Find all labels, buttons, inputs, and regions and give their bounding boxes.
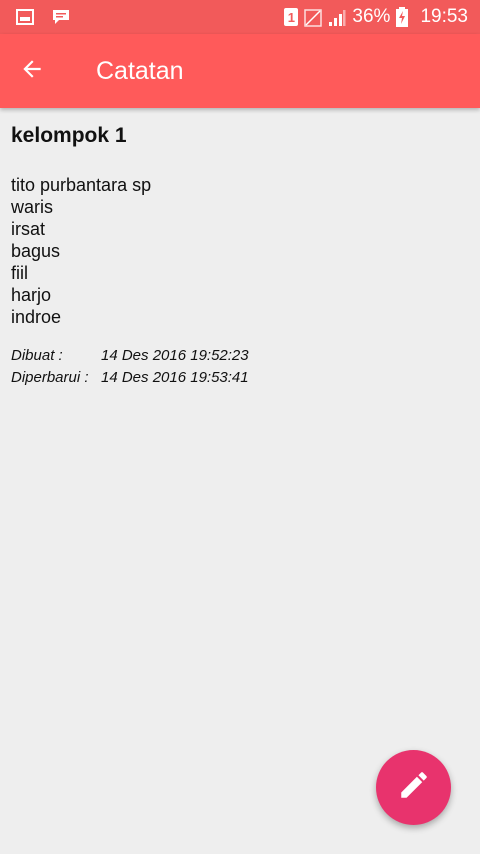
arrow-back-icon <box>19 56 45 87</box>
app-bar: Catatan <box>0 34 480 108</box>
battery-percent: 36% <box>352 6 391 27</box>
note-meta: Dibuat : 14 Des 2016 19:52:23 Diperbarui… <box>11 344 471 388</box>
note-body: tito purbantara sp waris irsat bagus fii… <box>11 174 471 328</box>
clock: 19:53 <box>420 6 468 27</box>
signal-icon <box>328 9 346 26</box>
pencil-icon <box>397 768 431 807</box>
page-title: Catatan <box>96 56 184 85</box>
message-icon <box>52 9 70 25</box>
note-line: waris <box>11 197 54 217</box>
sim-icon: 1 <box>284 8 299 26</box>
battery-charging-icon <box>396 7 409 27</box>
status-bar: 1 36% 19:53 <box>0 0 480 34</box>
note-content: kelompok 1 tito purbantara sp waris irsa… <box>11 124 471 388</box>
note-title: kelompok 1 <box>11 124 127 147</box>
back-button[interactable] <box>2 34 62 108</box>
created-label: Dibuat : <box>11 346 63 364</box>
note-line: harjo <box>11 285 52 305</box>
created-row: Dibuat : 14 Des 2016 19:52:23 <box>11 344 471 366</box>
created-value: 14 Des 2016 19:52:23 <box>101 346 249 364</box>
note-line: fiil <box>11 263 28 283</box>
updated-label: Diperbarui : <box>11 368 89 386</box>
note-line: bagus <box>11 241 61 261</box>
no-signal-icon <box>304 9 323 27</box>
note-line: indroe <box>11 307 62 327</box>
gallery-icon <box>16 9 34 25</box>
updated-row: Diperbarui : 14 Des 2016 19:53:41 <box>11 366 471 388</box>
updated-value: 14 Des 2016 19:53:41 <box>101 368 249 386</box>
edit-note-button[interactable] <box>376 750 451 825</box>
note-line: irsat <box>11 219 46 239</box>
note-line: tito purbantara sp <box>11 175 152 195</box>
